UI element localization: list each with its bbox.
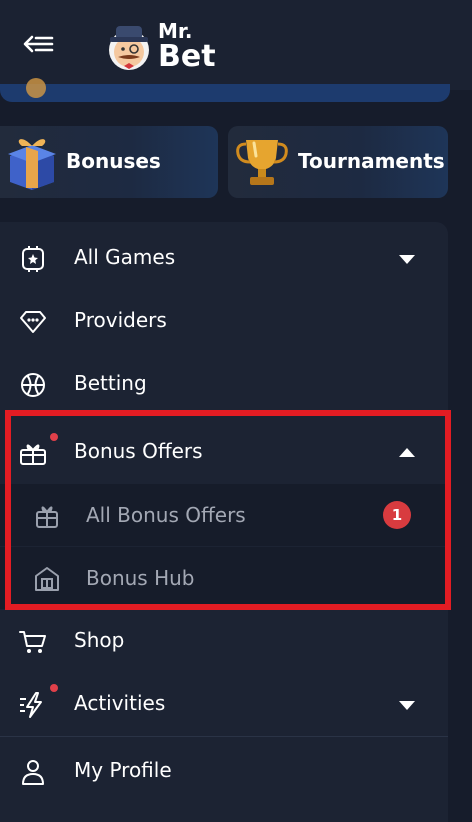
betting-label: Betting bbox=[74, 371, 147, 395]
chevron-up-icon[interactable] bbox=[398, 447, 416, 459]
all-bonus-offers-label: All Bonus Offers bbox=[86, 503, 246, 527]
menu-item-all-games[interactable]: All Games bbox=[0, 227, 448, 289]
lightning-icon bbox=[20, 692, 42, 718]
shopping-cart-icon bbox=[19, 631, 46, 653]
game-controller-icon bbox=[22, 246, 44, 272]
notification-dot bbox=[50, 684, 58, 692]
notification-dot bbox=[50, 433, 58, 441]
menu-item-activities[interactable]: Activities bbox=[0, 673, 448, 735]
top-header: Mr. Bet bbox=[0, 0, 472, 90]
chevron-down-icon[interactable] bbox=[398, 253, 416, 265]
all-games-label: All Games bbox=[74, 245, 176, 269]
user-icon bbox=[22, 760, 44, 785]
bonus-offers-label: Bonus Offers bbox=[74, 439, 203, 463]
arrow-left-icon bbox=[23, 35, 54, 53]
gift-icon bbox=[36, 506, 58, 528]
trophy-icon bbox=[236, 140, 288, 185]
gift-box-icon bbox=[8, 139, 56, 190]
user-balance-strip[interactable] bbox=[0, 78, 450, 102]
bonuses-label: Bonuses bbox=[66, 149, 161, 173]
tournaments-tile[interactable]: Tournaments bbox=[228, 126, 448, 198]
providers-label: Providers bbox=[74, 308, 167, 332]
menu-item-betting[interactable]: Betting bbox=[0, 353, 448, 415]
tournaments-label: Tournaments bbox=[298, 149, 445, 173]
activities-label: Activities bbox=[74, 691, 166, 715]
count-badge: 1 bbox=[383, 501, 411, 529]
menu-item-my-profile[interactable]: My Profile bbox=[0, 740, 448, 802]
coin-icon bbox=[26, 78, 46, 98]
mascot-logo-icon bbox=[109, 26, 149, 70]
menu-item-bonus-offers[interactable]: Bonus Offers bbox=[0, 421, 448, 483]
logo-line2: Bet bbox=[158, 39, 216, 74]
submenu-item-bonus-hub[interactable]: Bonus Hub bbox=[0, 547, 448, 609]
diamond-icon bbox=[20, 311, 46, 333]
bonus-hub-icon bbox=[35, 567, 59, 591]
collapse-menu-button[interactable] bbox=[22, 30, 56, 58]
menu-item-providers[interactable]: Providers bbox=[0, 290, 448, 352]
chevron-down-icon[interactable] bbox=[398, 699, 416, 711]
basketball-icon bbox=[21, 373, 45, 397]
logo-text: Mr. Bet bbox=[158, 20, 216, 72]
menu-divider bbox=[0, 736, 448, 737]
gifts-icon bbox=[20, 444, 46, 465]
menu-item-shop[interactable]: Shop bbox=[0, 610, 448, 672]
bonuses-tile[interactable]: Bonuses bbox=[0, 126, 218, 198]
shop-label: Shop bbox=[74, 628, 125, 652]
mr-bet-logo[interactable]: Mr. Bet bbox=[104, 14, 224, 78]
my-profile-label: My Profile bbox=[74, 758, 172, 782]
submenu-item-all-bonus-offers[interactable]: All Bonus Offers 1 bbox=[0, 484, 448, 546]
bonus-hub-label: Bonus Hub bbox=[86, 566, 195, 590]
